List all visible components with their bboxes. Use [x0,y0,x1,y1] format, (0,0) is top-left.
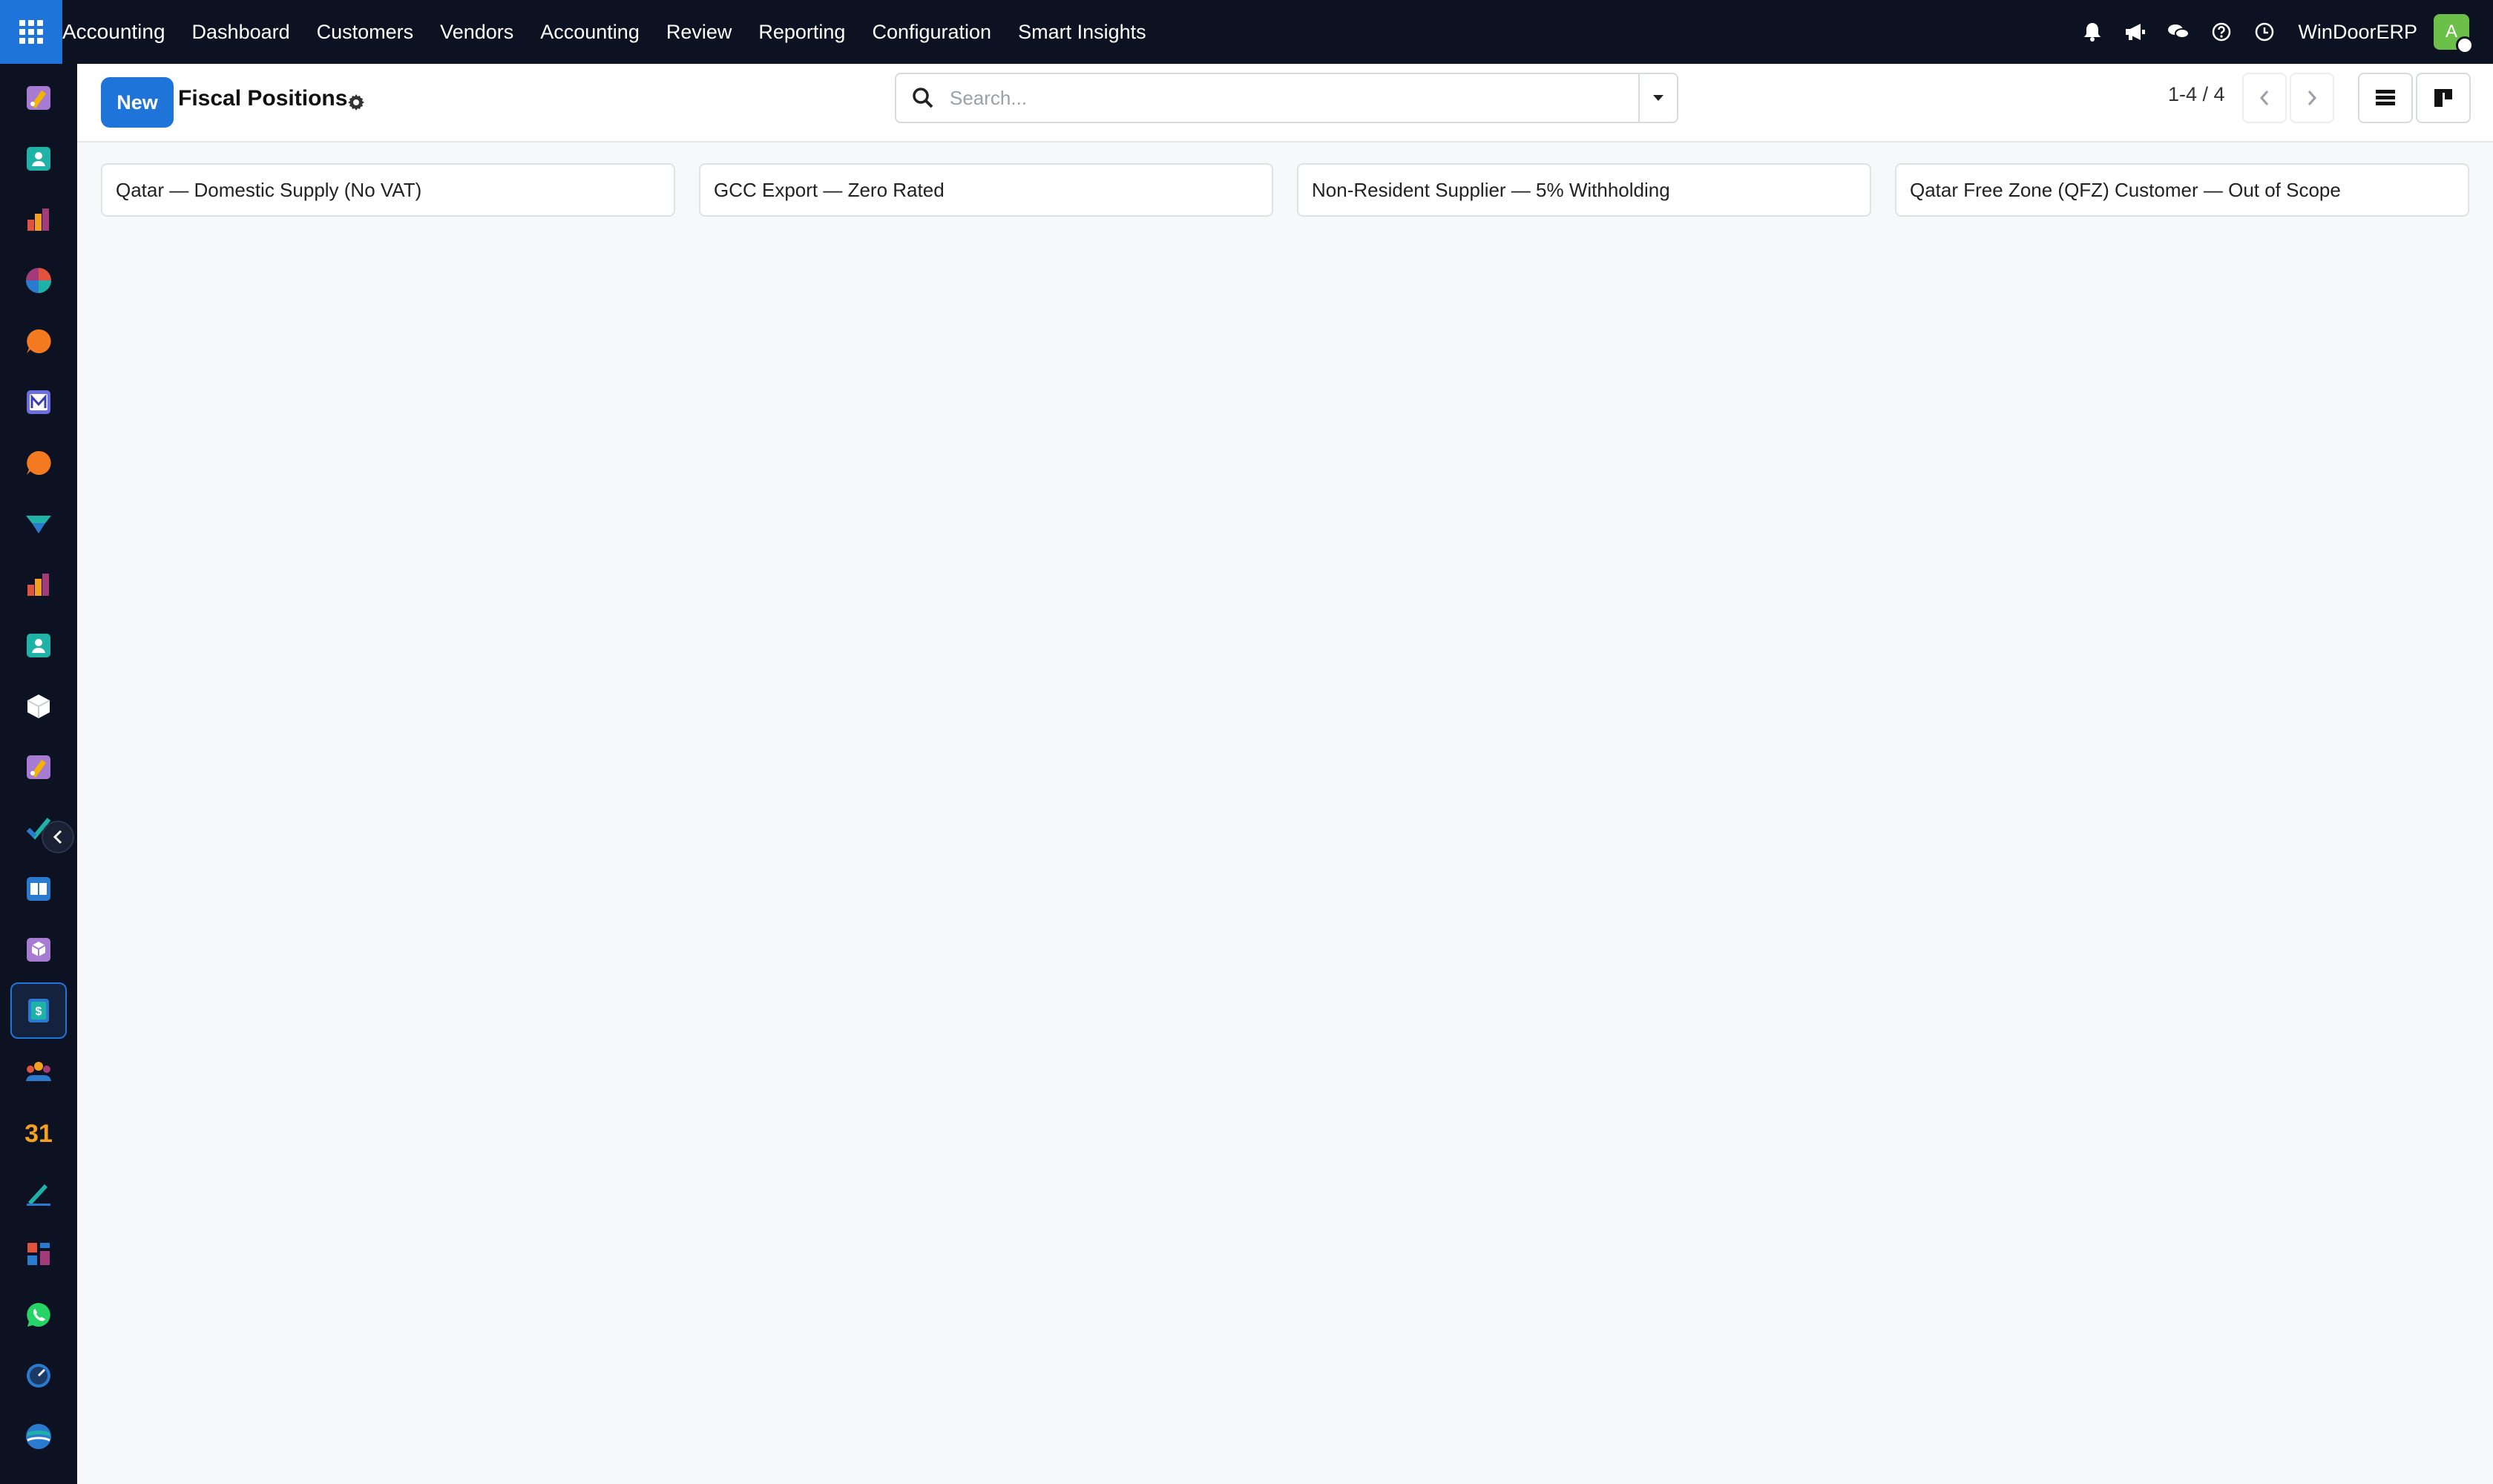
control-panel: New Fiscal Positions 1-4 / 4 [77,64,2493,142]
pager-value[interactable]: 1-4 / 4 [2168,83,2225,106]
card-title: Non-Resident Supplier — 5% Withholding [1312,178,1670,201]
knowledge-icon[interactable] [10,861,67,917]
card-title: Qatar — Domestic Supply (No VAT) [116,178,422,201]
search-icon [896,74,950,122]
chevron-left-icon [53,830,62,844]
accounting-app-icon[interactable]: $ [10,982,67,1039]
kanban-view-button[interactable] [2416,73,2471,123]
contacts-icon[interactable] [10,131,67,187]
top-navbar: Accounting Dashboard Customers Vendors A… [0,0,2493,64]
manufacturing-icon[interactable] [10,922,67,978]
megaphone-icon[interactable] [2124,21,2147,43]
list-view-button[interactable] [2358,73,2413,123]
chat-icon-app[interactable] [10,435,67,491]
grid-icon [19,20,43,44]
live-chat-icon[interactable] [10,313,67,370]
fiscal-position-card[interactable]: Qatar Free Zone (QFZ) Customer — Out of … [1895,163,2469,217]
search-input[interactable] [950,86,1638,110]
calendar-icon[interactable]: 31 [10,1104,67,1160]
sidebar-collapse-button[interactable] [42,821,74,853]
kanban-icon [2434,89,2452,107]
list-icon [2376,90,2395,105]
search-options-toggle[interactable] [1638,74,1677,122]
help-icon[interactable] [2210,21,2233,43]
avatar-letter: A [2445,22,2457,42]
sign-icon[interactable] [10,1165,67,1221]
apps-menu-button[interactable] [0,0,62,64]
employees-icon[interactable] [10,617,67,674]
pager-previous-button[interactable] [2242,73,2287,123]
timer-icon[interactable] [10,1347,67,1404]
top-menu: Accounting Dashboard Customers Vendors A… [62,0,1160,64]
whatsapp-icon[interactable] [10,1287,67,1343]
menu-customers[interactable]: Customers [303,21,427,44]
dashboards-icon[interactable] [10,556,67,613]
search-bar [895,73,1678,123]
app-studio-icon[interactable] [10,70,67,126]
app-sidebar: $ 31 [0,64,77,1484]
menu-dashboard[interactable]: Dashboard [179,21,303,44]
fiscal-position-card[interactable]: GCC Export — Zero Rated [699,163,1273,217]
fiscal-position-card[interactable]: Qatar — Domestic Supply (No VAT) [101,163,675,217]
new-button[interactable]: New [101,77,174,128]
menu-accounting[interactable]: Accounting [527,21,653,44]
menu-smart-insights[interactable]: Smart Insights [1005,21,1160,44]
bell-icon[interactable] [2081,21,2103,43]
menu-vendors[interactable]: Vendors [427,21,527,44]
card-title: Qatar Free Zone (QFZ) Customer — Out of … [1910,178,2341,201]
fiscal-position-card[interactable]: Non-Resident Supplier — 5% Withholding [1297,163,1871,217]
company-switcher[interactable]: WinDoorERP [2298,21,2417,44]
menu-configuration[interactable]: Configuration [858,21,1005,44]
email-marketing-icon[interactable] [10,374,67,430]
svg-text:31: 31 [24,1120,53,1146]
chat-icon[interactable] [2167,21,2190,43]
clock-icon[interactable] [2253,21,2276,43]
inventory-icon[interactable] [10,678,67,735]
app-brand[interactable]: Accounting [62,20,179,44]
discuss-hub-icon[interactable] [10,252,67,309]
svg-text:$: $ [36,1005,42,1018]
studio-icon[interactable] [10,739,67,795]
website-icon[interactable] [10,1408,67,1465]
avatar[interactable]: A [2434,14,2474,54]
page-title: Fiscal Positions [178,86,348,111]
pager-next-button[interactable] [2290,73,2334,123]
chevron-left-icon [2259,91,2269,105]
caret-down-icon [1653,95,1663,101]
systray: WinDoorERP A [2071,0,2493,64]
menu-review[interactable]: Review [653,21,746,44]
delivery-icon[interactable] [10,496,67,552]
menu-reporting[interactable]: Reporting [745,21,858,44]
gear-icon[interactable] [346,92,367,113]
reporting-icon[interactable] [10,191,67,248]
team-icon[interactable] [10,1043,67,1100]
status-dot [2456,36,2474,54]
chevron-right-icon [2308,91,2317,105]
dashboard-builder-icon[interactable] [10,1226,67,1282]
card-title: GCC Export — Zero Rated [714,178,945,201]
